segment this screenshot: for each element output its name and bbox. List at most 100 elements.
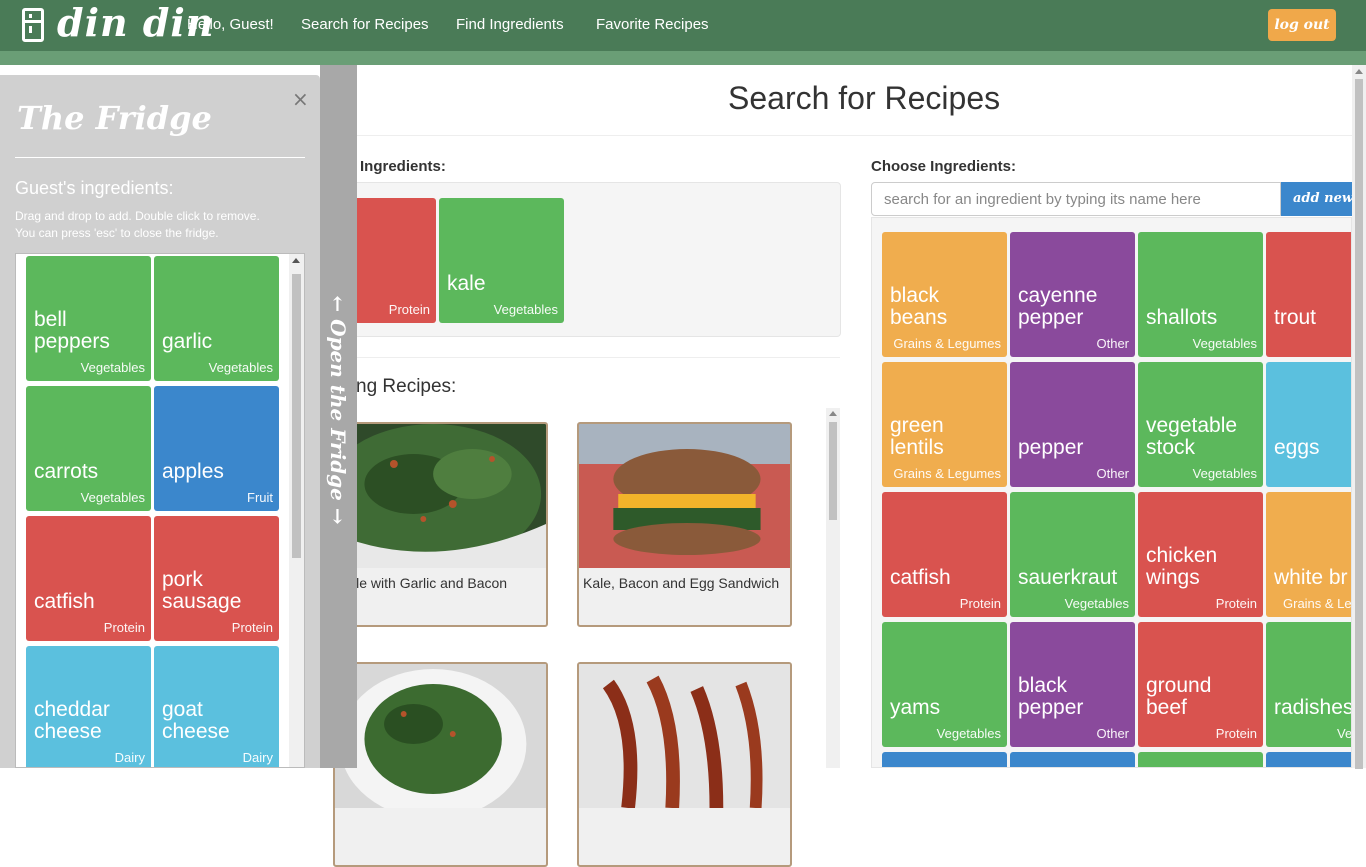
ingredient-category: Vegetables: [80, 360, 145, 375]
ingredient-tile[interactable]: [1266, 752, 1351, 767]
ingredient-tile[interactable]: white br Grains & Le: [1266, 492, 1352, 617]
ingredient-tile[interactable]: cayenne pepper Other: [1010, 232, 1135, 357]
ingredient-name: kale: [447, 272, 486, 295]
recipe-title: Kale with Garlic and Bacon: [339, 575, 508, 591]
nav-link-favorite-recipes[interactable]: Favorite Recipes: [596, 16, 709, 33]
recipe-card[interactable]: [577, 662, 792, 867]
recipe-card[interactable]: Kale with Garlic and Bacon: [333, 422, 548, 627]
ingredient-name: goat cheese: [162, 698, 230, 743]
ingredient-tile[interactable]: vegetable stock Vegetables: [1138, 362, 1263, 487]
ingredient-category: Other: [1096, 466, 1129, 481]
ingredient-category: Other: [1096, 726, 1129, 741]
ingredient-category: Vege: [1337, 726, 1352, 741]
selected-ingredients-dropzone[interactable]: on Protein kale Vegetables: [311, 182, 841, 337]
fridge-subtitle: Guest's ingredients:: [15, 178, 174, 198]
close-icon[interactable]: ×: [292, 87, 309, 111]
ingredient-tile[interactable]: black pepper Other: [1010, 622, 1135, 747]
navbar-stripe: [0, 51, 1366, 65]
ingredient-tile[interactable]: catfish Protein: [26, 516, 151, 641]
navbar: din din Hello, Guest! Search for Recipes…: [0, 0, 1366, 51]
ingredient-tile[interactable]: eggs: [1266, 362, 1351, 487]
ingredient-tile[interactable]: sauerkraut Vegetables: [1010, 492, 1135, 617]
nav-link-search-recipes[interactable]: Search for Recipes: [301, 16, 429, 33]
logout-button[interactable]: log out: [1268, 9, 1336, 41]
ingredient-category: Vegetables: [493, 302, 558, 317]
ingredient-tile[interactable]: kale Vegetables: [439, 198, 564, 323]
ingredient-name: shallots: [1146, 306, 1218, 329]
ingredient-tile[interactable]: pork sausage Protein: [154, 516, 279, 641]
ingredient-name: yams: [890, 696, 941, 719]
ingredient-category: Vegetables: [1192, 336, 1257, 351]
ingredient-search-input[interactable]: [871, 182, 1281, 216]
divider: [356, 135, 1352, 136]
ingredient-category: Vegetables: [1192, 466, 1257, 481]
ingredient-tile[interactable]: goat cheese Dairy: [154, 646, 279, 767]
ingredient-name: eggs: [1274, 436, 1320, 459]
nav-link-hello-guest[interactable]: Hello, Guest!: [187, 16, 274, 33]
choose-ingredients-label: Choose Ingredients:: [871, 158, 1017, 175]
scrollbar-thumb[interactable]: [829, 422, 837, 520]
fridge-help-text: You can press 'esc' to close the fridge.: [15, 226, 219, 240]
ingredient-tile[interactable]: ground beef Protein: [1138, 622, 1263, 747]
ingredient-category: Vegetables: [80, 490, 145, 505]
ingredient-name: bell peppers: [34, 308, 110, 353]
ingredient-name: sauerkraut: [1018, 566, 1118, 589]
ingredient-name: chicken wings: [1146, 544, 1218, 589]
ingredient-tile[interactable]: carrots Vegetables: [26, 386, 151, 511]
recipes-scrollbar[interactable]: [826, 408, 840, 768]
ingredient-tile[interactable]: apples Fruit: [154, 386, 279, 511]
recipe-title: Kale, Bacon and Egg Sandwich: [583, 575, 780, 591]
recipe-image[interactable]: [335, 424, 546, 568]
scroll-up-arrow-icon[interactable]: [292, 258, 300, 263]
ingredient-tile[interactable]: shallots Vegetables: [1138, 232, 1263, 357]
ingredient-tile[interactable]: chicken wings Protein: [1138, 492, 1263, 617]
ingredient-name: apples: [162, 460, 224, 483]
ingredient-name: cheddar cheese: [34, 698, 110, 743]
ingredient-name: cayenne pepper: [1018, 284, 1098, 329]
recipe-image[interactable]: [579, 424, 790, 568]
fridge-scrollbar[interactable]: [289, 254, 304, 767]
ingredient-category: Protein: [1215, 596, 1257, 611]
recipe-card[interactable]: Kale, Bacon and Egg Sandwich: [577, 422, 792, 627]
ingredient-tile[interactable]: radishes Vege: [1266, 622, 1352, 747]
ingredient-tile[interactable]: [882, 752, 1007, 767]
ingredient-tile[interactable]: trout P: [1266, 232, 1351, 357]
matching-recipes-label: ng Recipes:: [356, 376, 457, 397]
page-title: Search for Recipes: [728, 80, 1001, 116]
ingredient-tile[interactable]: catfish Protein: [882, 492, 1007, 617]
ingredient-tile[interactable]: garlic Vegetables: [154, 256, 279, 381]
ingredient-category: Grains & Le: [1283, 596, 1352, 611]
fridge-logo-icon[interactable]: [22, 8, 44, 42]
ingredient-name: black pepper: [1018, 674, 1084, 719]
scrollbar-thumb[interactable]: [292, 274, 301, 558]
ingredient-name: black beans: [890, 284, 948, 329]
ingredient-tile[interactable]: black beans Grains & Legumes: [882, 232, 1007, 357]
scroll-up-arrow-icon[interactable]: [829, 411, 837, 416]
ingredient-category: Fruit: [247, 490, 273, 505]
ingredient-tile[interactable]: yams Vegetables: [882, 622, 1007, 747]
divider: [15, 157, 305, 158]
fridge-help-text: Drag and drop to add. Double click to re…: [15, 209, 260, 223]
recipe-card[interactable]: [333, 662, 548, 867]
ingredient-tile[interactable]: green lentils Grains & Legumes: [882, 362, 1007, 487]
recipe-image[interactable]: [579, 664, 790, 808]
page-scrollbar[interactable]: [1352, 65, 1366, 769]
ingredient-grid: black beans Grains & Legumes cayenne pep…: [871, 217, 1352, 768]
ingredient-tile[interactable]: pepper Other: [1010, 362, 1135, 487]
ingredient-tile[interactable]: cheddar cheese Dairy: [26, 646, 151, 767]
ingredient-tile[interactable]: bell peppers Vegetables: [26, 256, 151, 381]
fridge-ingredient-list[interactable]: bell peppers Vegetables garlic Vegetable…: [15, 253, 305, 768]
scrollbar-thumb[interactable]: [1355, 79, 1363, 769]
ingredient-name: trout: [1274, 306, 1317, 329]
ingredient-name: green lentils: [890, 414, 944, 459]
ingredient-name: pork sausage: [162, 568, 242, 613]
open-fridge-tab[interactable]: ← Open the Fridge →: [320, 65, 357, 768]
recipe-image[interactable]: [335, 664, 546, 808]
ingredient-category: Other: [1096, 336, 1129, 351]
ingredient-tile[interactable]: [1138, 752, 1263, 767]
ingredient-tile[interactable]: [1010, 752, 1135, 767]
nav-link-find-ingredients[interactable]: Find Ingredients: [456, 16, 564, 33]
scroll-up-arrow-icon[interactable]: [1355, 69, 1363, 74]
fridge-panel: The Fridge × Guest's ingredients: Drag a…: [0, 75, 320, 768]
ingredient-name: catfish: [34, 590, 95, 613]
